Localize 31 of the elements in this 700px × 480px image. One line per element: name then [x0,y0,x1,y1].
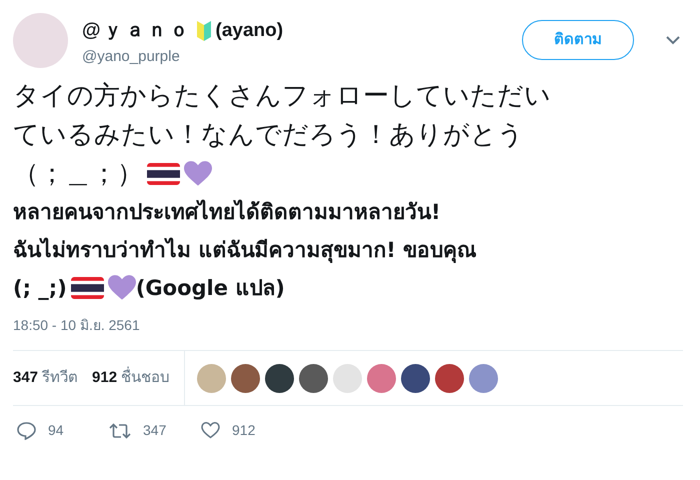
stat-link[interactable]: 347 รีทวีต [13,366,78,390]
liker-avatar[interactable] [265,364,294,392]
beginner-mark-icon [196,20,212,42]
translation-text: หลายคนจากประเทศไทยได้ติดตามมาหลายวัน! [13,198,441,226]
tweet-timestamp[interactable]: 18:50 - 10 มิ.ย. 2561 [13,315,680,336]
stat-link[interactable]: 912 ชื่นชอบ [92,366,170,390]
translation-text: ฉันไม่ทราบว่าทำไม แต่ฉันมีความสุขมาก! ขอบคุณ [13,236,476,265]
retweet-icon [109,422,131,438]
thai-flag-icon [147,162,180,184]
heart-outline-icon [201,422,220,439]
liker-avatar[interactable] [401,364,430,392]
tweet-text: タイの方からたくさんフォローしていただい [13,79,551,112]
display-name-suffix[interactable]: (ayano) [216,17,284,46]
retweet-button[interactable]: 347 [109,420,201,441]
liker-avatar[interactable] [231,364,260,392]
thai-flag-icon [70,277,104,299]
user-handle[interactable]: @yano_purple [82,46,284,68]
reply-button[interactable]: 94 [17,420,109,441]
heart-icon [184,160,212,188]
tweet-text: ているみたい！なんでだろう！ありがとう [13,118,524,151]
translation-text: (Google แปล) [136,275,285,302]
liker-avatar[interactable] [299,364,328,392]
speech-bubble-icon [17,422,36,440]
tweet-text: （；＿；） [13,157,143,190]
display-name[interactable]: @ｙａｎｏ [82,17,192,46]
heart-icon [108,274,136,302]
chevron-down-icon[interactable] [666,36,680,44]
liker-avatar[interactable] [435,364,464,392]
translation-text: (; _;) [13,275,67,302]
like-button[interactable]: 912 [201,420,293,441]
follow-button[interactable]: ติดตาม [522,20,634,60]
